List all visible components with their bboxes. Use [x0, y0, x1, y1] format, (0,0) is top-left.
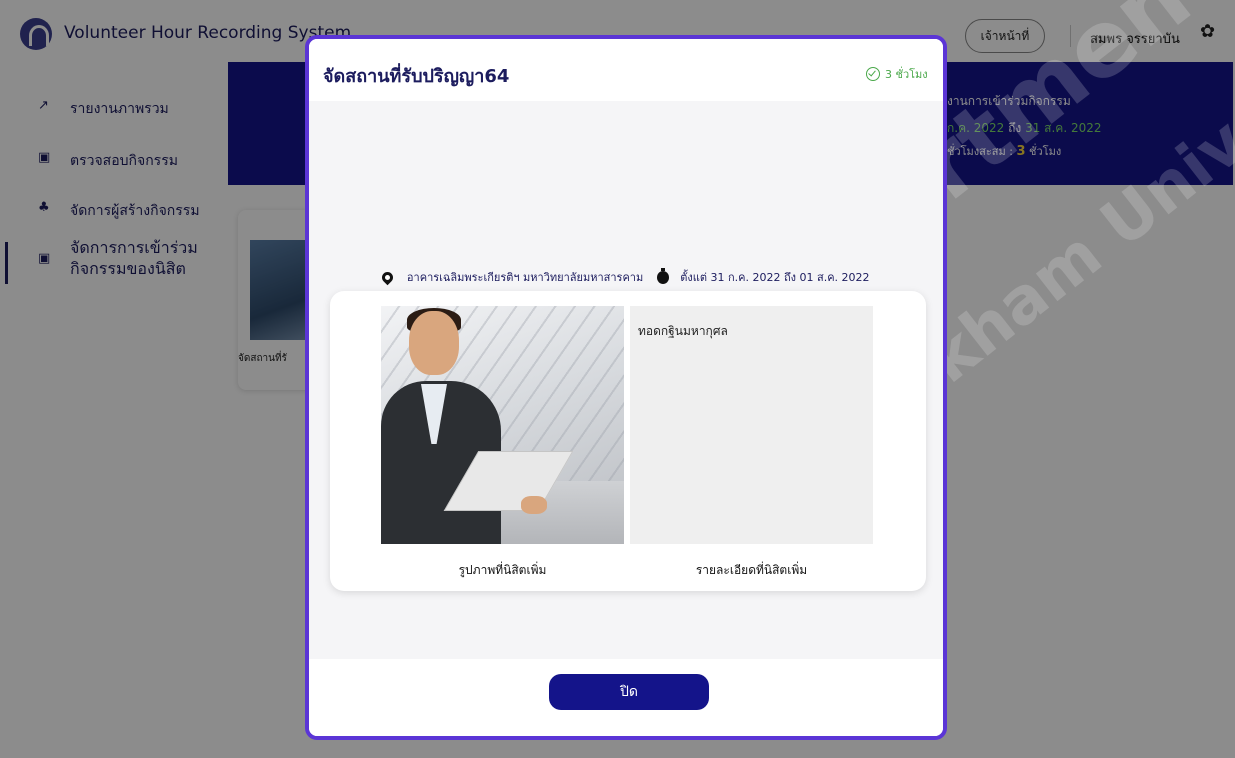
activity-location: อาคารเฉลิมพระเกียรติฯ มหาวิทยาลัยมหาสารค… — [406, 271, 644, 284]
photo-caption: รูปภาพที่นิสิตเพิ่ม — [458, 563, 547, 577]
hours-badge: 3 ชั่วโมง — [866, 65, 928, 83]
location-pin-icon — [380, 269, 396, 285]
modal-footer: ปิด — [309, 659, 943, 736]
modal-body: อาคารเฉลิมพระเกียรติฯ มหาวิทยาลัยมหาสารค… — [309, 101, 943, 659]
student-photo[interactable] — [381, 306, 624, 544]
submission-card: ทอดกฐินมหากุศล รูปภาพที่นิสิตเพิ่ม รายละ… — [330, 291, 926, 591]
modal-header: จัดสถานที่รับปริญญา64 3 ชั่วโมง — [309, 39, 943, 101]
hours-badge-text: 3 ชั่วโมง — [885, 68, 928, 81]
stopwatch-icon — [656, 267, 669, 284]
student-detail-text: ทอดกฐินมหากุศล — [638, 324, 728, 338]
activity-date-range: ตั้งแต่ 31 ก.ค. 2022 ถึง 01 ส.ค. 2022 — [680, 271, 870, 284]
modal-title: จัดสถานที่รับปริญญา64 — [323, 66, 510, 87]
check-circle-icon — [866, 67, 880, 81]
detail-caption: รายละเอียดที่นิสิตเพิ่ม — [695, 563, 808, 577]
activity-detail-modal: จัดสถานที่รับปริญญา64 3 ชั่วโมง อาคารเฉล… — [305, 35, 947, 740]
close-button[interactable]: ปิด — [549, 674, 709, 710]
activity-info-row: อาคารเฉลิมพระเกียรติฯ มหาวิทยาลัยมหาสารค… — [309, 267, 943, 286]
student-detail-box: ทอดกฐินมหากุศล — [630, 306, 873, 544]
